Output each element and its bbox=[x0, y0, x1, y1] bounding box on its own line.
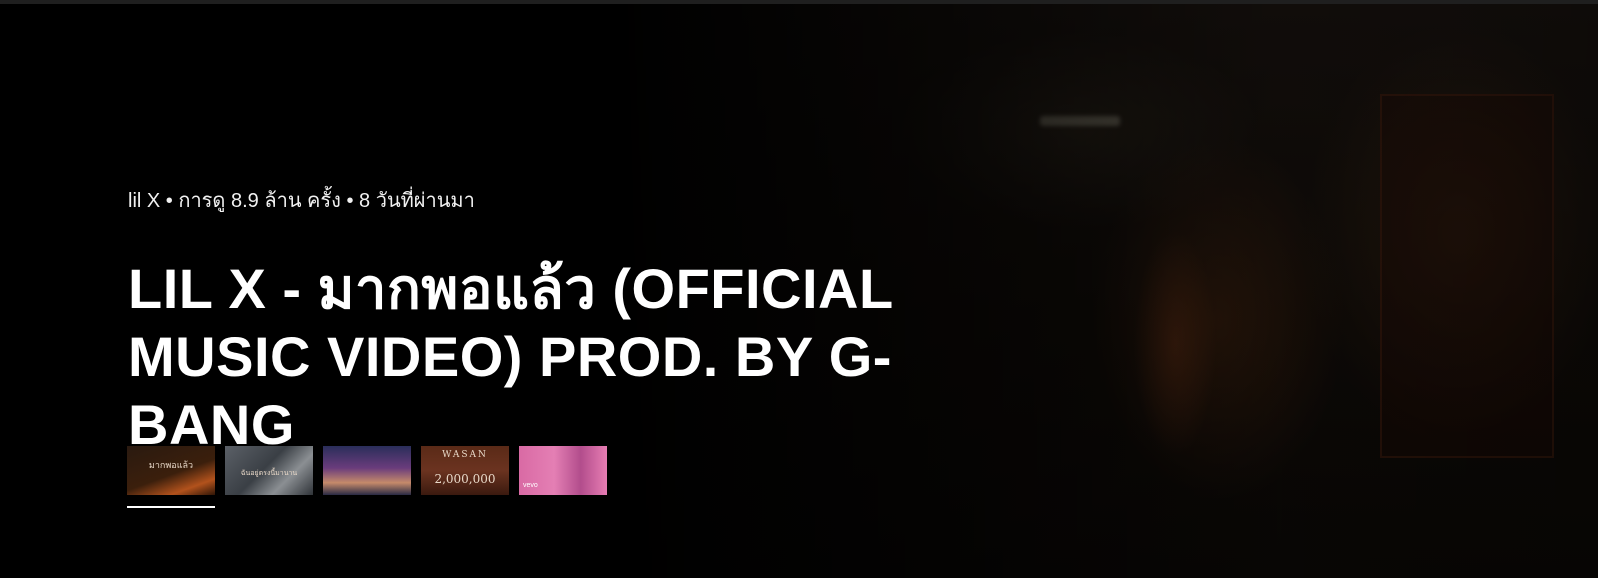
thumbnail-item[interactable]: ฉันอยู่ตรงนี้มานาน bbox=[225, 446, 313, 502]
thumbnail-item[interactable]: WASAN 2,000,000 bbox=[421, 446, 509, 502]
thumbnail-image[interactable]: ฉันอยู่ตรงนี้มานาน bbox=[225, 446, 313, 495]
thumbnail-item[interactable]: มากพอแล้ว bbox=[127, 446, 215, 508]
video-meta: lil X • การดู 8.9 ล้าน ครั้ง • 8 วันที่ผ… bbox=[128, 190, 475, 212]
banner-content: lil X • การดู 8.9 ล้าน ครั้ง • 8 วันที่ผ… bbox=[128, 187, 1028, 459]
active-thumbnail-indicator bbox=[127, 506, 215, 508]
thumbnail-image[interactable] bbox=[323, 446, 411, 495]
video-thumbnail-strip: มากพอแล้ว ฉันอยู่ตรงนี้มานาน WASAN 2,000… bbox=[127, 446, 607, 508]
thumbnail-caption: มากพอแล้ว bbox=[148, 461, 194, 471]
thumbnail-caption: WASAN bbox=[442, 450, 488, 460]
video-title-line-2: MUSIC VIDEO) PROD. BY G-BANG bbox=[128, 325, 892, 456]
thumbnail-caption: vevo bbox=[523, 482, 538, 489]
thumbnail-image[interactable]: vevo bbox=[519, 446, 607, 495]
video-title-line-1: LIL X - มากพอแล้ว (OFFICIAL bbox=[128, 257, 894, 320]
thumbnail-image[interactable]: มากพอแล้ว bbox=[127, 446, 215, 495]
video-title[interactable]: LIL X - มากพอแล้ว (OFFICIAL MUSIC VIDEO)… bbox=[128, 255, 1028, 459]
thumbnail-caption-secondary: 2,000,000 bbox=[434, 472, 496, 486]
thumbnail-image[interactable]: WASAN 2,000,000 bbox=[421, 446, 509, 495]
thumbnail-item[interactable]: vevo bbox=[519, 446, 607, 502]
thumbnail-item[interactable] bbox=[323, 446, 411, 502]
thumbnail-caption: ฉันอยู่ตรงนี้มานาน bbox=[240, 469, 298, 477]
